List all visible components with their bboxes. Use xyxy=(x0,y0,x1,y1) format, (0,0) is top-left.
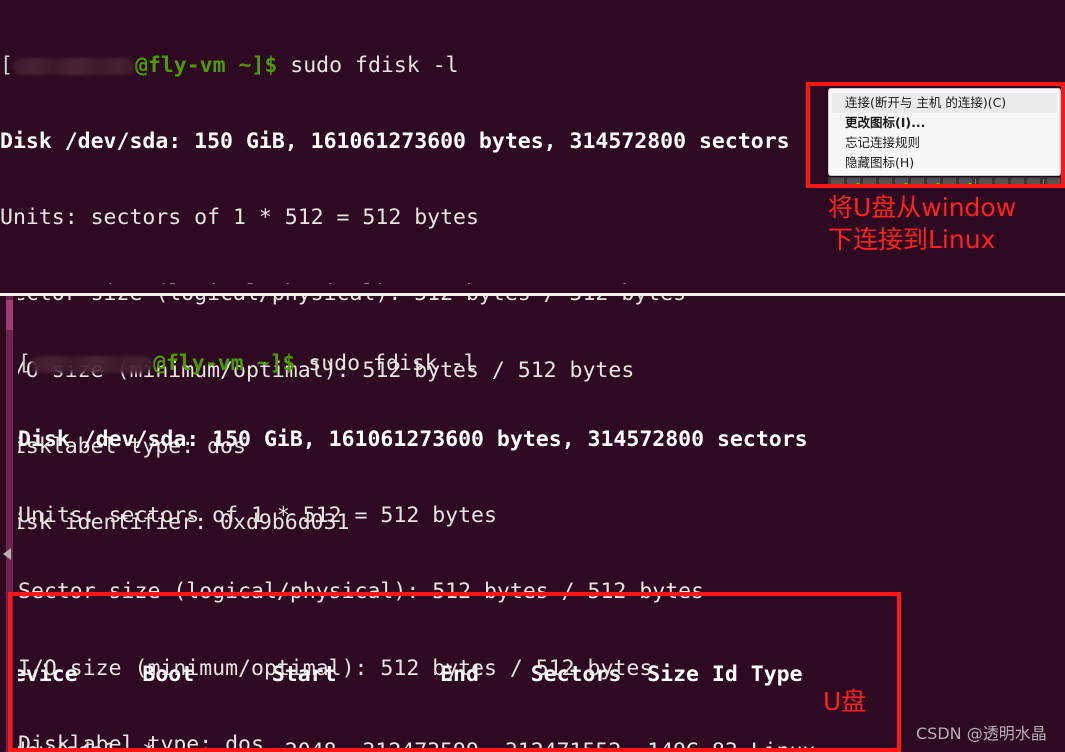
pane-gap xyxy=(0,284,1065,293)
redacted-username xyxy=(30,355,153,373)
scroll-cursor-arrow-icon xyxy=(3,548,11,560)
csdn-watermark: CSDN @透明水晶 xyxy=(916,724,1047,743)
annotation-connect-usb-to-linux: 将U盘从window 下连接到Linux xyxy=(828,192,1016,256)
usb-device-menu-highlight-box xyxy=(806,82,1065,188)
terminal-scrollbar-thumb[interactable] xyxy=(6,300,13,330)
prompt-line: [ @fly-vm ~]$ sudo fdisk -l xyxy=(18,351,1065,376)
prompt-bracket-open: [ xyxy=(18,350,31,376)
prompt-host: @fly-vm ~]$ xyxy=(134,52,278,78)
pane-separator xyxy=(0,293,1065,296)
annotation-line-2: 下连接到Linux xyxy=(828,225,996,254)
prompt-bracket-open: [ xyxy=(0,52,13,78)
redacted-username xyxy=(12,57,135,75)
command-text: sudo fdisk -l xyxy=(308,350,477,376)
disk-sda-summary: Disk /dev/sda: 150 GiB, 161061273600 byt… xyxy=(18,427,808,453)
prompt-host: @fly-vm ~]$ xyxy=(152,350,296,376)
command-text: sudo fdisk -l xyxy=(290,52,459,78)
annotation-udisk: U盘 xyxy=(823,687,867,716)
annotation-line-1: 将U盘从window xyxy=(828,193,1017,222)
prompt-command xyxy=(277,53,290,78)
units-line: Units: sectors of 1 * 512 = 512 bytes xyxy=(18,503,497,529)
prompt-line: [ @fly-vm ~]$ sudo fdisk -l xyxy=(0,53,1065,78)
screenshot-root: [ @fly-vm ~]$ sudo fdisk -l Disk /dev/sda… xyxy=(0,0,1065,752)
sdb-disk-highlight-box xyxy=(8,592,901,752)
